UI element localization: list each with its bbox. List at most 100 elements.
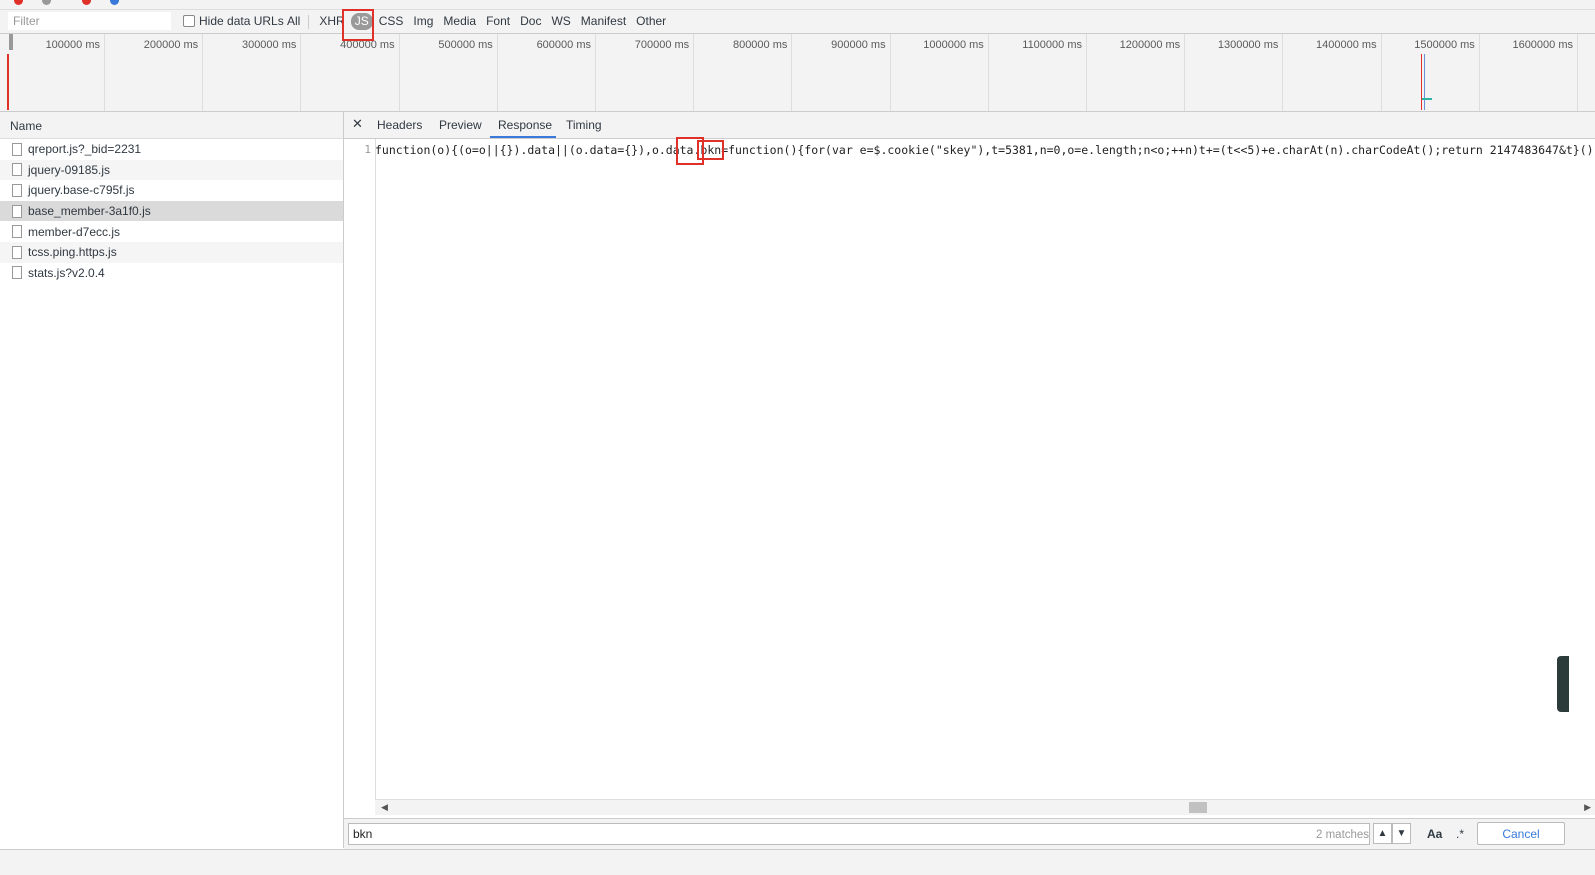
file-icon (12, 266, 22, 280)
request-row[interactable]: tcss.ping.https.js (0, 241, 343, 263)
match-count: 2 matches (1316, 829, 1370, 841)
timeline-tick (300, 34, 302, 111)
type-filter-xhr[interactable]: XHR (315, 13, 348, 30)
timeline-tick-label: 1200000 ms (1119, 39, 1181, 51)
request-row[interactable]: jquery.base-c795f.js (0, 180, 343, 201)
tab-timing[interactable]: Timing (566, 118, 602, 132)
tab-response[interactable]: Response (498, 118, 552, 132)
file-icon (12, 163, 22, 177)
type-filter-ws[interactable]: WS (547, 13, 574, 30)
code-line[interactable]: function(o){(o=o||{}).data||(o.data={}),… (375, 140, 1595, 160)
timeline-tick (791, 34, 793, 111)
type-filter-media[interactable]: Media (439, 13, 480, 30)
file-icon (12, 204, 22, 218)
tab-headers[interactable]: Headers (377, 118, 422, 132)
timeline-tick (595, 34, 596, 111)
regex-button[interactable]: .* (1456, 827, 1464, 841)
timeline-tick-label: 900000 ms (831, 39, 886, 51)
type-filter-js[interactable]: JS (350, 13, 373, 30)
timeline-tick (889, 34, 891, 111)
timeline-tick-label: 500000 ms (438, 39, 493, 51)
timeline-request-bar (1422, 98, 1432, 100)
timeline-tick-label: 1000000 ms (923, 39, 984, 51)
timeline-tick (1184, 34, 1186, 111)
timeline-tick (1577, 34, 1578, 111)
type-filter-other[interactable]: Other (632, 13, 670, 30)
match-case-button[interactable]: Aa (1427, 827, 1442, 841)
timeline-tick (104, 34, 105, 111)
active-tab-indicator (490, 136, 556, 138)
request-row[interactable]: member-d7ecc.js (0, 221, 343, 242)
timeline-tick (202, 34, 204, 111)
request-details-panel: ✕ Headers Preview Response Timing 1 func… (344, 112, 1595, 849)
timeline-tick-label: 1100000 ms (1022, 39, 1082, 51)
resource-type-filters: All XHR JS CSS Img Media Font Doc WS Man… (283, 13, 672, 30)
file-icon (12, 245, 22, 259)
clear-icon[interactable] (42, 0, 51, 5)
type-filter-all[interactable]: All (283, 13, 304, 30)
filter-icon[interactable] (82, 0, 91, 5)
search-bar: 2 matches ▲ ▼ Aa .* Cancel (344, 818, 1595, 849)
type-filter-img[interactable]: Img (409, 13, 437, 30)
request-list-panel: Name qreport.js?_bid=2231 jquery-09185.j… (0, 112, 344, 848)
timeline-tick-label: 1400000 ms (1316, 39, 1377, 51)
timeline-tick (1086, 34, 1087, 111)
search-match-highlight: bkn (697, 140, 725, 160)
timeline-tick (1478, 34, 1480, 111)
response-code-viewer[interactable]: 1 function(o){(o=o||{}).data||(o.data={}… (344, 139, 1595, 799)
request-row[interactable]: jquery-09185.js (0, 159, 343, 181)
search-icon[interactable] (110, 0, 119, 5)
timeline-tick-label: 1500000 ms (1414, 39, 1475, 51)
previous-match-button[interactable]: ▲ (1373, 823, 1392, 844)
type-filter-css[interactable]: CSS (375, 13, 408, 30)
timeline-tick (496, 34, 498, 111)
details-tab-bar: ✕ Headers Preview Response Timing (344, 112, 1595, 139)
hide-data-urls-toggle[interactable]: Hide data URLs (183, 14, 284, 28)
type-filter-manifest[interactable]: Manifest (577, 13, 630, 30)
line-gutter: 1 (344, 139, 376, 799)
hide-data-urls-checkbox[interactable] (183, 15, 195, 27)
timeline-tick-label: 800000 ms (732, 39, 788, 51)
timeline-tick-label: 700000 ms (634, 39, 690, 51)
scrollbar-thumb[interactable] (1189, 802, 1207, 813)
filter-input[interactable] (8, 12, 171, 30)
status-bar (0, 849, 1595, 875)
timeline-overview[interactable]: 100000 ms 200000 ms 300000 ms 400000 ms 5000… (0, 34, 1595, 112)
type-filter-doc[interactable]: Doc (516, 13, 545, 30)
name-column-header[interactable]: Name (0, 112, 343, 139)
scroll-left-icon[interactable]: ◀ (381, 802, 388, 813)
cancel-button[interactable]: Cancel (1477, 822, 1565, 845)
timeline-tick (693, 34, 695, 111)
tab-preview[interactable]: Preview (439, 118, 482, 132)
scroll-right-icon[interactable]: ▶ (1584, 802, 1591, 813)
request-row[interactable]: qreport.js?_bid=2231 (0, 139, 343, 160)
timeline-tick-label: 100000 ms (45, 39, 100, 51)
window-top-strip (0, 0, 1595, 10)
timeline-tick-label: 600000 ms (536, 39, 591, 51)
timeline-tick (398, 34, 400, 111)
request-row[interactable]: stats.js?v2.0.4 (0, 263, 343, 284)
timeline-marker-blue (1424, 54, 1425, 110)
hide-data-urls-label: Hide data URLs (199, 14, 284, 28)
file-icon (12, 142, 22, 156)
type-filter-font[interactable]: Font (482, 13, 514, 30)
record-icon[interactable] (14, 0, 23, 5)
timeline-tick-label: 200000 ms (143, 39, 199, 51)
timeline-tick-label: 1600000 ms (1512, 39, 1573, 51)
line-number: 1 (364, 143, 371, 156)
horizontal-scrollbar[interactable]: ◀ ▶ (375, 799, 1595, 815)
next-match-button[interactable]: ▼ (1392, 823, 1411, 844)
timeline-handle[interactable] (9, 34, 13, 50)
edge-widget[interactable] (1557, 656, 1569, 712)
request-list: qreport.js?_bid=2231 jquery-09185.js jqu… (0, 139, 343, 283)
search-input[interactable] (348, 823, 1370, 845)
request-row-selected[interactable]: base_member-3a1f0.js (0, 200, 343, 222)
code-after-match: =function(){for(var e=$.cookie("skey"),t… (721, 143, 1595, 157)
timeline-tick-label: 1300000 ms (1217, 39, 1279, 51)
timeline-tick (1380, 34, 1382, 111)
filter-bar: Hide data URLs All XHR JS CSS Img Media … (0, 10, 1595, 34)
type-separator (308, 14, 310, 29)
code-before-match: function(o){(o=o||{}).data||(o.data={}),… (375, 143, 701, 157)
file-icon (12, 183, 22, 197)
close-icon[interactable]: ✕ (352, 117, 363, 131)
